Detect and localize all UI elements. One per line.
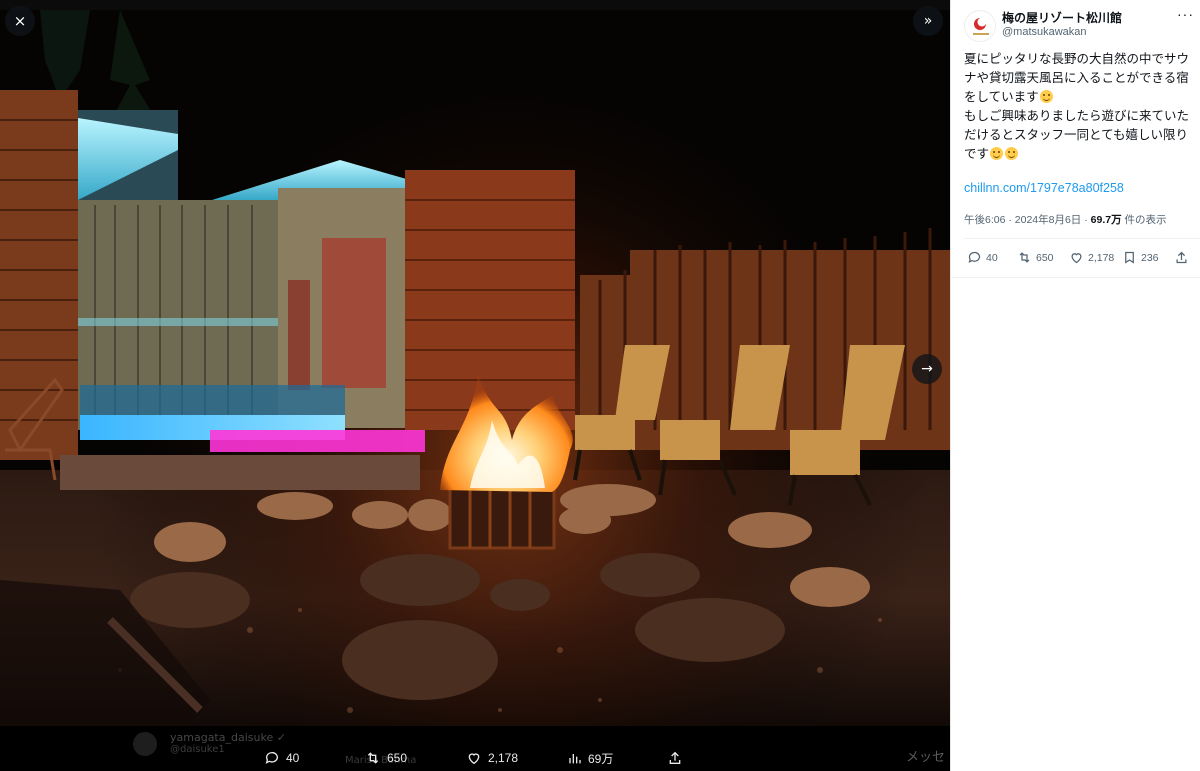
tweet-meta: 午後6:06 · 2024年8月6日 · 69.7万 件の表示	[964, 212, 1167, 227]
timestamp[interactable]: 午後6:06 · 2024年8月6日 ·	[964, 214, 1091, 226]
collapse-icon: »	[923, 13, 933, 29]
like-icon	[468, 753, 480, 765]
panel-bookmark-button[interactable]: 236	[1122, 250, 1159, 265]
tweet-text: 夏にピッタリな長野の大自然の中でサウナや貸切露天風呂に入ることができる宿をしてい…	[964, 50, 1194, 164]
more-icon[interactable]: ···	[1177, 6, 1194, 22]
bookmark-icon	[1125, 251, 1134, 264]
retweet-count: 650	[387, 751, 408, 765]
views-suffix: 件の表示	[1121, 214, 1167, 226]
divider	[964, 238, 1200, 239]
close-button[interactable]: ×	[5, 6, 35, 36]
brand-logo-icon	[973, 17, 989, 35]
background-user-name: yamagata_daisuke ✓	[170, 731, 286, 744]
next-image-button[interactable]: →	[912, 354, 942, 384]
display-name[interactable]: 梅の屋リゾート松川館	[1002, 9, 1122, 26]
campfire-photo[interactable]	[0, 10, 950, 726]
tweet-line-text: 夏にピッタリな長野の大自然の中でサウナや貸切露天風呂に入ることができる宿をしてい…	[964, 52, 1190, 104]
share-icon	[669, 751, 681, 764]
panel-bookmark-count: 236	[1141, 251, 1159, 264]
like-button[interactable]: 2,178	[466, 748, 518, 768]
like-icon	[1071, 253, 1082, 264]
next-arrow-icon: →	[921, 361, 933, 377]
panel-retweet-button[interactable]: 650	[1017, 250, 1054, 265]
views-count: 69万	[588, 751, 614, 766]
photo-illustration	[0, 10, 950, 726]
reply-icon	[968, 251, 981, 264]
share-icon	[1176, 251, 1187, 264]
like-count: 2,178	[488, 751, 519, 765]
share-button[interactable]	[667, 748, 689, 768]
reply-button[interactable]: 40	[264, 748, 299, 768]
panel-retweet-count: 650	[1036, 251, 1054, 264]
tweet-stats: 40 650 2,178 236	[951, 250, 1200, 270]
smile-emoji-icon	[1039, 90, 1053, 103]
user-handle[interactable]: @matsukawakan	[1002, 26, 1087, 38]
retweet-icon	[1019, 252, 1030, 263]
tweet-panel: 梅の屋リゾート松川館 @matsukawakan ··· 夏にピッタリな長野の大…	[950, 0, 1200, 771]
media-viewer: × » → yamagata_daisuke ✓ @daisuke1 Maris…	[0, 0, 950, 771]
avatar[interactable]	[964, 10, 996, 42]
tweet-link[interactable]: chillnn.com/1797e78a80f258	[964, 181, 1124, 195]
panel-like-count: 2,178	[1088, 251, 1115, 264]
views-button[interactable]: 69万	[566, 748, 613, 768]
panel-reply-button[interactable]: 40	[967, 250, 998, 265]
collapse-panel-button[interactable]: »	[913, 6, 943, 36]
reply-icon	[265, 752, 278, 764]
retweet-button[interactable]: 650	[365, 748, 407, 768]
views-icon	[569, 754, 581, 764]
views-value: 69.7万	[1090, 214, 1122, 226]
divider	[951, 277, 1200, 278]
close-icon: ×	[13, 11, 27, 30]
tweet-line: もしご興味ありましたら遊びに来ていただけるとスタッフ一同とても嬉しい限りです	[964, 107, 1194, 164]
retweet-icon	[367, 752, 379, 764]
panel-share-button[interactable]	[1174, 250, 1193, 265]
tweet-line: 夏にピッタリな長野の大自然の中でサウナや貸切露天風呂に入ることができる宿をしてい…	[964, 50, 1194, 107]
smile-emoji-icon	[990, 147, 1004, 160]
panel-like-button[interactable]: 2,178	[1069, 250, 1114, 265]
smile-emoji-icon	[1005, 147, 1019, 160]
panel-reply-count: 40	[986, 251, 998, 264]
viewer-actions: 40 650 2,178 69万	[0, 744, 950, 771]
reply-count: 40	[286, 751, 300, 765]
